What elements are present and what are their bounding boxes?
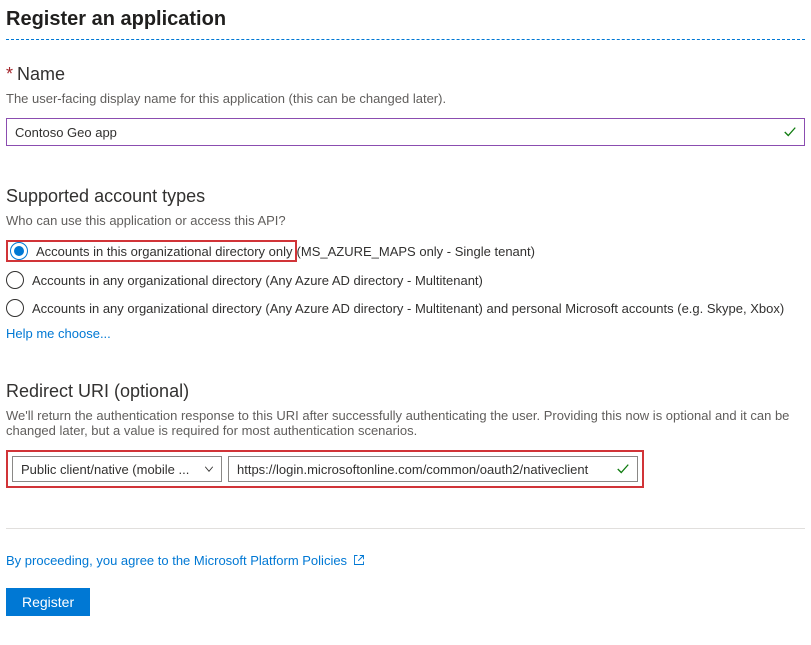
radio-icon [6,271,24,289]
account-types-radio-group: Accounts in this organizational director… [6,240,805,318]
account-type-option-2[interactable]: Accounts in any organizational directory… [6,298,805,318]
account-type-option-1[interactable]: Accounts in any organizational directory… [6,270,805,290]
highlight-box: Accounts in this organizational director… [6,240,297,262]
checkmark-icon [616,462,630,476]
agree-text: By proceeding, you agree to the Microsof… [6,553,805,568]
redirect-highlight-box: Public client/native (mobile ... [6,450,644,488]
header-divider [6,39,805,40]
footer-section: By proceeding, you agree to the Microsof… [6,528,805,616]
redirect-uri-input-wrapper [228,456,638,482]
page-title: Register an application [6,8,805,31]
radio-label-part1: Accounts in this organizational director… [36,244,293,259]
name-description: The user-facing display name for this ap… [6,91,805,106]
name-input[interactable] [6,118,805,146]
redirect-uri-desc: We'll return the authentication response… [6,408,805,438]
account-types-heading: Supported account types [6,186,805,207]
redirect-uri-input[interactable] [228,456,638,482]
radio-label-part2: (MS_AZURE_MAPS only - Single tenant) [297,244,535,259]
account-types-section: Supported account types Who can use this… [6,186,805,341]
account-type-option-0[interactable]: Accounts in this organizational director… [6,240,805,262]
account-types-subtext: Who can use this application or access t… [6,213,805,228]
redirect-type-value: Public client/native (mobile ... [21,462,189,477]
required-asterisk: * [6,64,13,84]
radio-label: Accounts in any organizational directory… [32,273,483,288]
name-section: *Name The user-facing display name for t… [6,64,805,146]
radio-label: Accounts in any organizational directory… [32,301,784,316]
agree-prefix: By proceeding, you agree to the [6,553,194,568]
chevron-down-icon [203,463,215,475]
policies-link[interactable]: Microsoft Platform Policies [194,553,347,568]
name-label-text: Name [17,64,65,84]
redirect-type-select[interactable]: Public client/native (mobile ... [12,456,222,482]
radio-icon [6,299,24,317]
register-button[interactable]: Register [6,588,90,616]
redirect-uri-heading: Redirect URI (optional) [6,381,805,402]
name-label: *Name [6,64,805,85]
help-me-choose-link[interactable]: Help me choose... [6,326,805,341]
checkmark-icon [783,125,797,139]
radio-icon [10,242,28,260]
redirect-uri-section: Redirect URI (optional) We'll return the… [6,381,805,488]
name-input-wrapper [6,118,805,146]
external-link-icon [353,554,365,566]
